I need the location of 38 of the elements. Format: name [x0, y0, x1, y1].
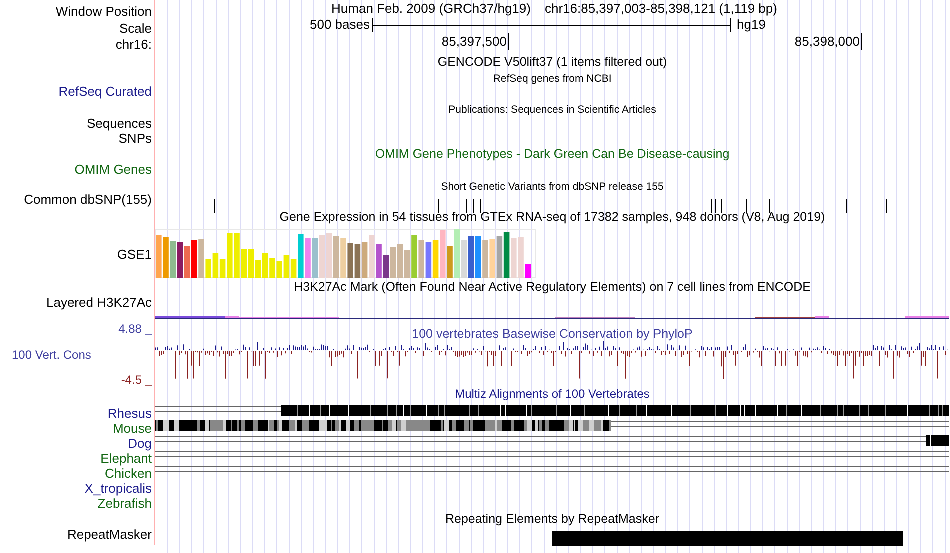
assembly-title: Human Feb. 2009 (GRCh37/hg19)	[332, 0, 531, 17]
axis-min-label: -4.5 _	[121, 373, 154, 387]
track-label[interactable]: RepeatMasker	[67, 527, 152, 542]
row-label: Window Position	[56, 4, 152, 19]
track-title: Gene Expression in 54 tissues from GTEx RNA-seq of 17382 samples, 948 donors (V8, Aug 2019)	[280, 210, 826, 224]
track-title: Short Genetic Variants from dbSNP release 155	[441, 181, 664, 193]
track-label[interactable]: Layered H3K27Ac	[46, 295, 152, 310]
species-label[interactable]: Dog	[128, 436, 152, 451]
track-title: Publications: Sequences in Scientific Articles	[448, 104, 656, 116]
track-label[interactable]: OMIM Genes	[74, 162, 152, 177]
species-label[interactable]: Mouse	[112, 421, 152, 436]
repeat-element-block[interactable]	[552, 531, 903, 546]
track-label[interactable]: Common dbSNP(155)	[24, 192, 152, 207]
assembly-label: hg19	[737, 17, 766, 33]
track-title: H3K27Ac Mark (Often Found Near Active Regulatory Elements) on 7 cell lines from ENCODE	[294, 280, 811, 294]
track-label[interactable]: GSE1	[117, 247, 152, 262]
track-label[interactable]: Sequences	[86, 116, 152, 131]
species-label[interactable]: Zebrafish	[98, 496, 152, 511]
track-title: OMIM Gene Phenotypes - Dark Green Can Be Disease-causing	[375, 147, 730, 161]
row-label: Scale	[119, 21, 152, 36]
species-label[interactable]: X_tropicalis	[84, 481, 152, 496]
axis-max-label: 4.88 _	[118, 322, 154, 336]
species-label[interactable]: Rhesus	[108, 406, 152, 421]
species-label[interactable]: Elephant	[100, 451, 152, 466]
track-title: Multiz Alignments of 100 Vertebrates	[455, 387, 650, 401]
row-label: chr16:	[116, 37, 152, 52]
track-label[interactable]: RefSeq Curated	[58, 84, 152, 99]
track-title: RefSeq genes from NCBI	[493, 73, 612, 85]
scale-text: 500 bases	[310, 17, 370, 33]
track-title: 100 vertebrates Basewise Conservation by PhyloP	[412, 327, 693, 341]
track-label[interactable]: 100 Vert. Cons	[0, 348, 92, 362]
position-text: chr16:85,397,003-85,398,121 (1,119 bp)	[544, 0, 778, 17]
track-title: GENCODE V50lift37 (1 items filtered out)	[438, 55, 668, 69]
species-label[interactable]: Chicken	[105, 466, 152, 481]
ruler-tick-label: 85,398,000	[794, 33, 862, 50]
ruler-tick-label: 85,397,500	[442, 33, 509, 50]
track-title: Repeating Elements by RepeatMasker	[445, 512, 660, 526]
track-label[interactable]: SNPs	[118, 131, 152, 146]
